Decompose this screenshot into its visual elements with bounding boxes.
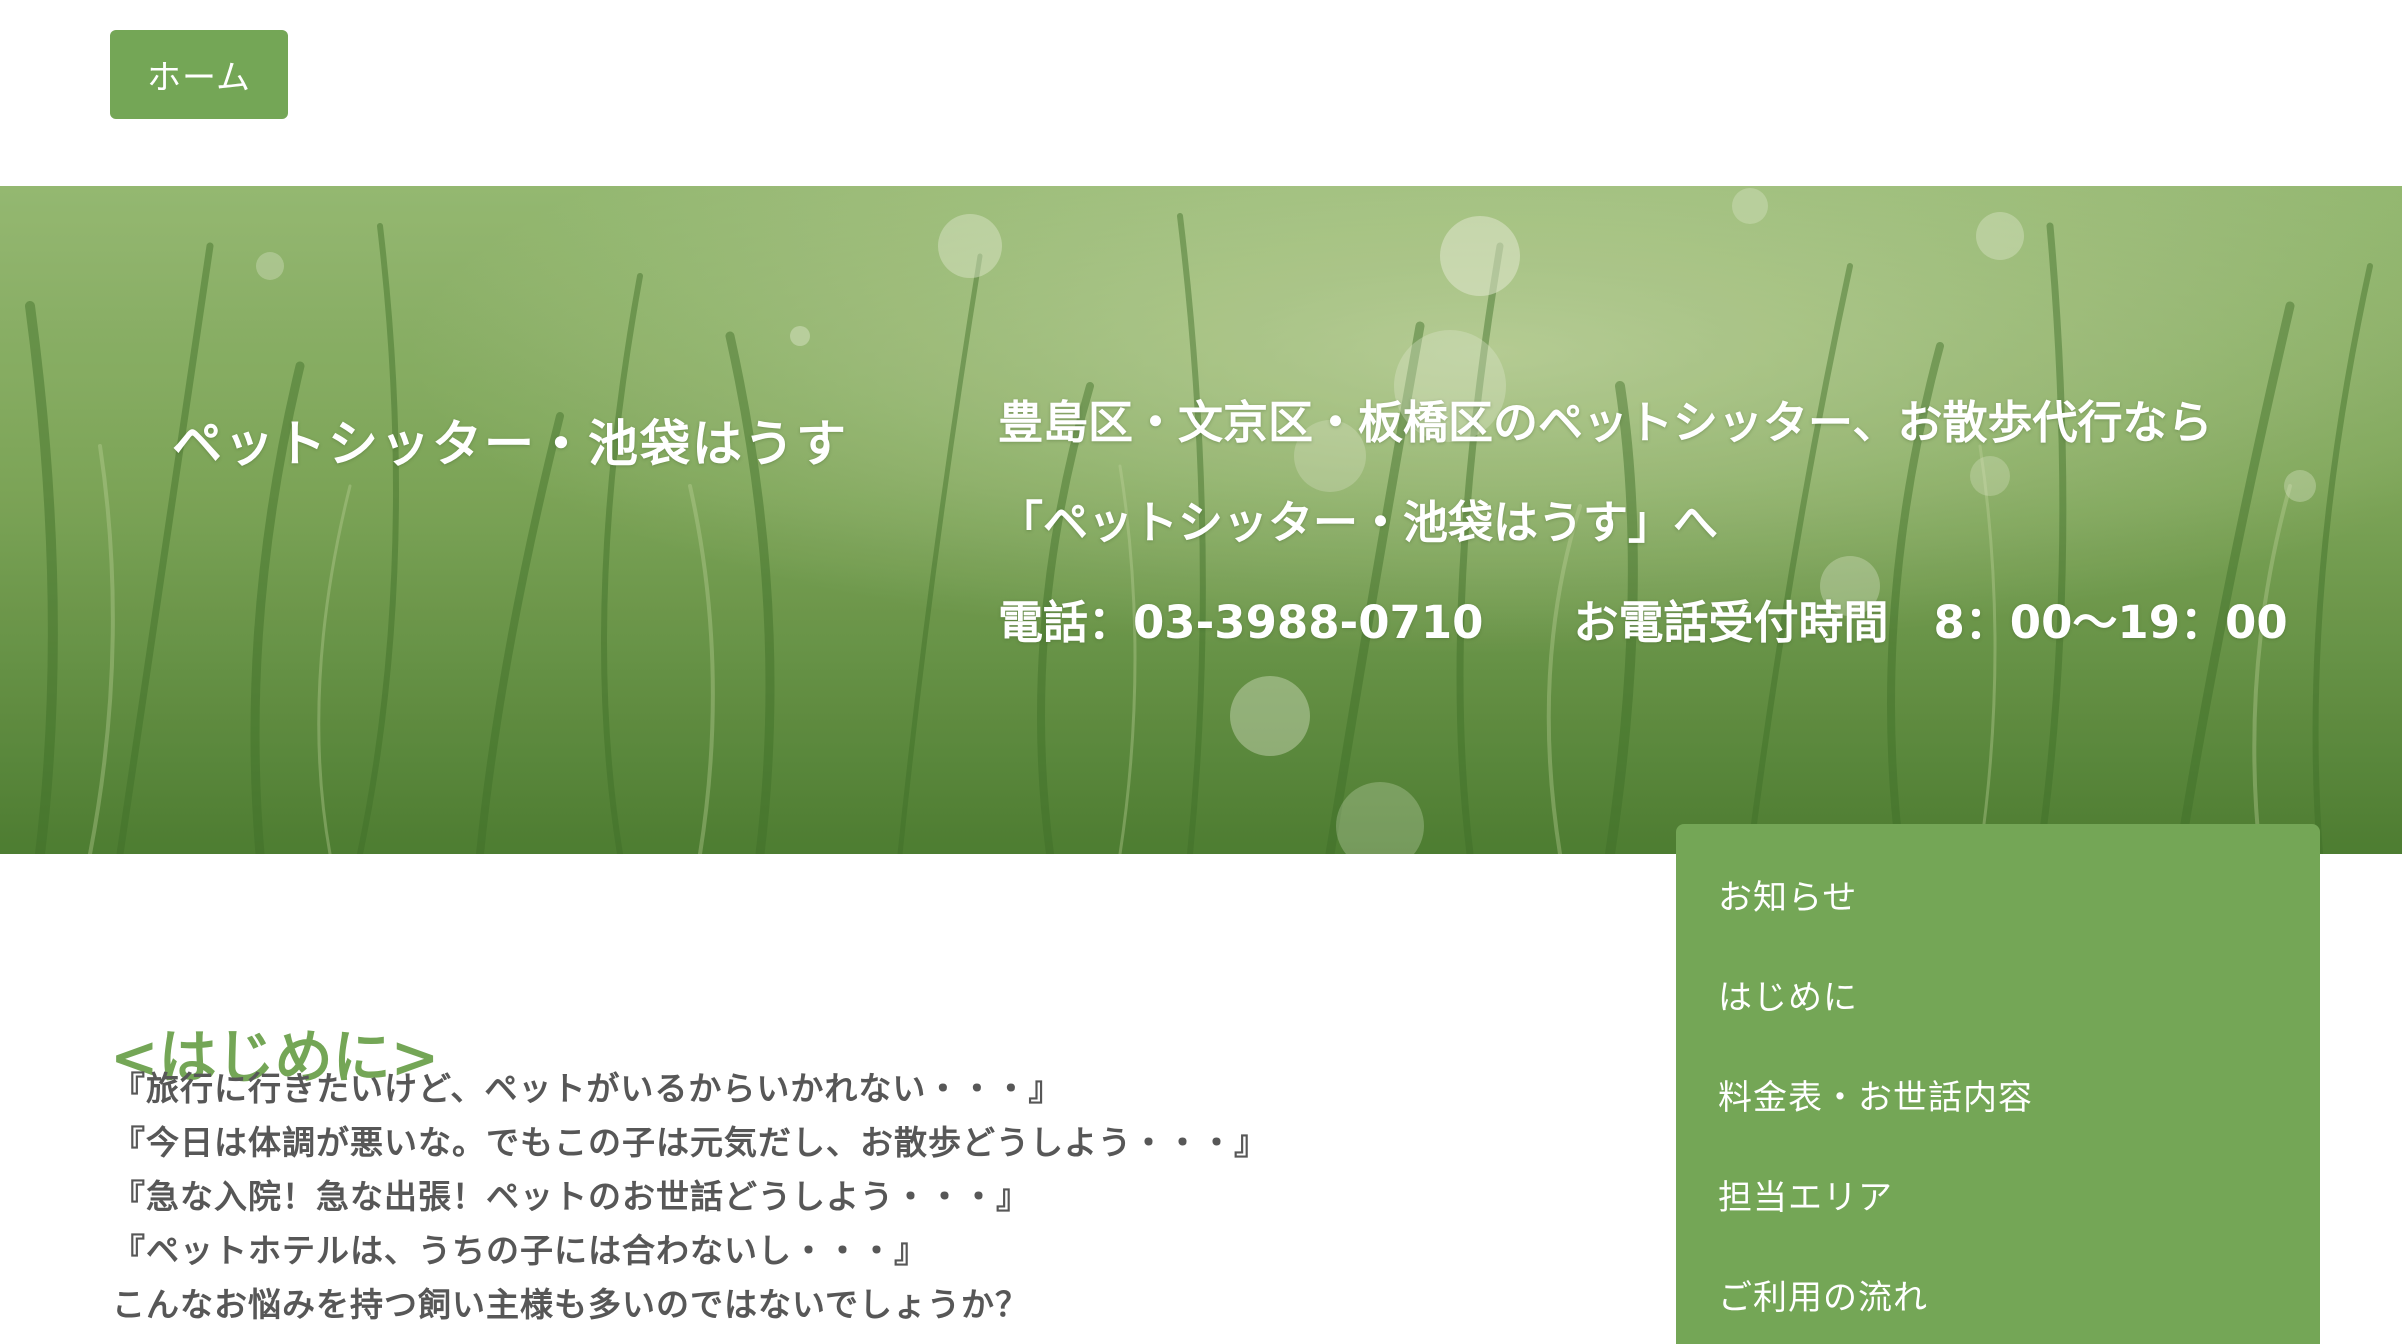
sidebar-item-introduction[interactable]: はじめに <box>1718 970 1858 1019</box>
sidebar-item-usage-flow[interactable]: ご利用の流れ <box>1718 1270 1928 1319</box>
intro-line: 『急な入院！急な出張！ペットのお世話どうしよう・・・』 <box>112 1177 1030 1216</box>
home-button[interactable]: ホーム <box>110 30 288 119</box>
sidebar-item-pricing[interactable]: 料金表・お世話内容 <box>1718 1070 2033 1119</box>
intro-line: こんなお悩みを持つ飼い主様も多いのではないでしょうか？ <box>112 1285 1030 1324</box>
sidebar-navigation: お知らせ はじめに 料金表・お世話内容 担当エリア ご利用の流れ <box>1676 824 2320 1344</box>
intro-line: 『旅行に行きたいけど、ペットがいるからいかれない・・・』 <box>112 1069 1063 1108</box>
top-header: ホーム <box>0 0 2402 186</box>
intro-line: 『ペットホテルは、うちの子には合わないし・・・』 <box>112 1231 928 1270</box>
business-hours: お電話受付時間 8：00〜19：00 <box>1573 596 2288 649</box>
intro-line: 『今日は体調が悪いな。でもこの子は元気だし、お散歩どうしよう・・・』 <box>112 1123 1268 1162</box>
contact-line: 電話：03-3988-0710 お電話受付時間 8：00〜19：00 <box>998 586 2288 651</box>
sidebar-item-news[interactable]: お知らせ <box>1718 870 1857 919</box>
hero-tagline: 豊島区・文京区・板橋区のペットシッター、お散歩代行なら <box>998 396 2213 449</box>
intro-list: 『旅行に行きたいけど、ペットがいるからいかれない・・・』 『今日は体調が悪いな。… <box>112 1062 1612 1332</box>
site-title: ペットシッター・池袋はうす <box>172 415 848 473</box>
sidebar-item-service-area[interactable]: 担当エリア <box>1718 1170 1893 1219</box>
hero-banner: ペットシッター・池袋はうす 豊島区・文京区・板橋区のペットシッター、お散歩代行な… <box>0 186 2402 854</box>
phone-number: 電話：03-3988-0710 <box>998 596 1484 649</box>
hero-tagline-brand: 「ペットシッター・池袋はうす」へ <box>998 496 1719 549</box>
